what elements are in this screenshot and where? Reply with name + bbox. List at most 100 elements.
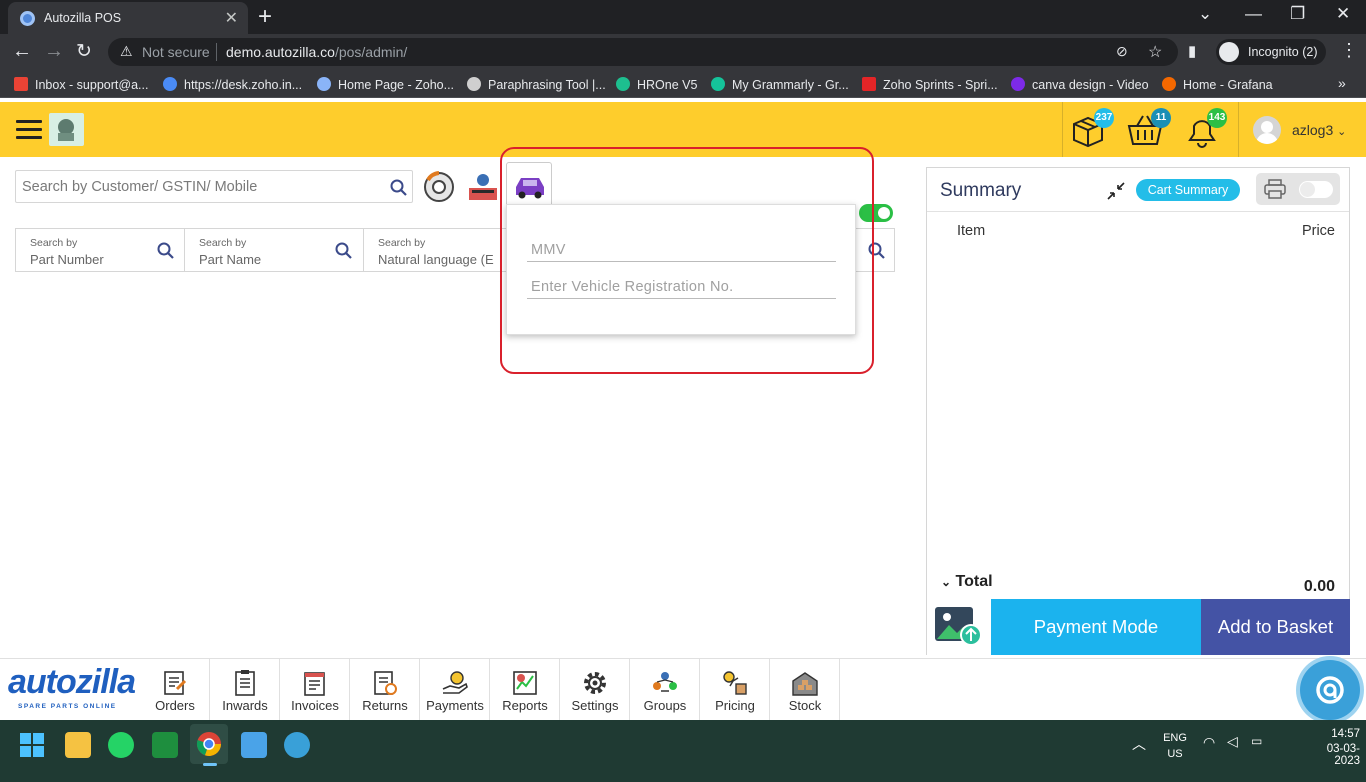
incognito-icon [1219, 42, 1239, 62]
nav-label: Pricing [715, 698, 755, 713]
nav-label: Invoices [291, 698, 339, 713]
tab-title: Autozilla POS [44, 11, 122, 25]
username-dropdown[interactable]: azlog3 ⌄ [1292, 122, 1346, 138]
nav-inwards[interactable]: Inwards [210, 659, 280, 721]
inwards-icon [235, 670, 255, 696]
column-header-price: Price [1301, 223, 1335, 239]
nav-label: Orders [155, 698, 195, 713]
bookmark-label: Home Page - Zoho... [338, 78, 455, 92]
bookmark-star-icon[interactable]: ☆ [1148, 42, 1162, 62]
bookmark-item[interactable]: Home - Grafana [1162, 77, 1273, 92]
language-indicator[interactable]: ENG US [1160, 730, 1190, 762]
bookmark-item[interactable]: Zoho Sprints - Spri... [862, 77, 998, 92]
reload-icon[interactable]: ↻ [76, 40, 92, 63]
menu-kebab-icon[interactable]: ⋮ [1340, 40, 1358, 61]
wifi-icon[interactable]: ◠ [1203, 734, 1215, 751]
printer-icon[interactable] [1264, 179, 1286, 199]
print-toggle[interactable] [1299, 181, 1333, 198]
part-number-search[interactable]: Search by Part Number [16, 229, 185, 271]
nav-settings[interactable]: Settings [560, 659, 630, 721]
battery-icon[interactable]: ▭ [1251, 734, 1262, 748]
field-value: Part Number [30, 252, 104, 267]
nav-stock[interactable]: Stock [770, 659, 840, 721]
orders-icon [164, 671, 187, 695]
collapse-icon[interactable] [1105, 180, 1127, 202]
chrome-icon[interactable] [196, 731, 222, 757]
nav-label: Returns [362, 698, 408, 713]
brake-disc-icon[interactable] [422, 170, 456, 204]
volume-icon[interactable]: ◁ [1227, 733, 1238, 750]
windows-start-icon[interactable] [20, 733, 44, 757]
autozilla-logo[interactable]: autozilla SPARE PARTS ONLINE [8, 663, 138, 713]
hamburger-menu-icon[interactable] [16, 120, 42, 140]
notepad-icon[interactable] [241, 732, 267, 758]
address-bar[interactable]: ⚠ Not secure demo.autozilla.co/pos/admin… [108, 38, 1178, 66]
browser-tab[interactable]: Autozilla POS ✕ [8, 2, 248, 34]
warning-icon: ⚠ [120, 43, 133, 59]
zoho-sprints-icon [862, 77, 876, 91]
bookmarks-overflow-icon[interactable]: » [1338, 75, 1346, 91]
search-icon[interactable] [157, 242, 175, 260]
store-logo [49, 113, 84, 146]
chevron-down-icon: ⌄ [1337, 126, 1347, 138]
part-name-search[interactable]: Search by Part Name [185, 229, 364, 271]
file-explorer-icon[interactable] [65, 732, 91, 758]
image-upload-button[interactable] [927, 599, 991, 655]
paint-icon[interactable] [284, 732, 310, 758]
side-panel-icon[interactable]: ▮ [1188, 42, 1196, 60]
url-path: /pos/admin/ [334, 44, 408, 60]
nav-reports[interactable]: Reports [490, 659, 560, 721]
back-icon[interactable]: ← [12, 40, 32, 63]
eye-slash-icon[interactable]: ⊘ [1116, 43, 1128, 60]
nav-label: Payments [426, 698, 484, 713]
bookmark-label: Home - Grafana [1183, 78, 1273, 92]
avatar[interactable] [1253, 116, 1281, 144]
browser-toolbar: ← → ↻ ⚠ Not secure demo.autozilla.co/pos… [0, 34, 1366, 70]
field-label: Search by [199, 237, 247, 249]
tab-search-chevron-icon[interactable]: ⌄ [1198, 4, 1212, 24]
search-icon[interactable] [335, 242, 353, 260]
bookmark-item[interactable]: canva design - Video [1011, 77, 1149, 92]
bookmark-item[interactable]: Home Page - Zoho... [317, 77, 454, 92]
windows-taskbar: ︿ ENG US ◠ ◁ ▭ 14:57 03-03-2023 [0, 720, 1366, 782]
forward-icon[interactable]: → [44, 40, 64, 63]
divider [1238, 102, 1239, 157]
total-toggle[interactable]: ⌄ Total [941, 573, 993, 591]
whatsapp-icon[interactable] [108, 732, 134, 758]
quill-icon [467, 77, 481, 91]
tab-close-icon[interactable]: ✕ [225, 8, 238, 28]
customer-search-input[interactable]: Search by Customer/ GSTIN/ Mobile [15, 170, 413, 203]
nav-payments[interactable]: Payments [420, 659, 490, 721]
bookmark-item[interactable]: Inbox - support@a... [14, 77, 148, 92]
nav-orders[interactable]: Orders [140, 659, 210, 721]
chat-support-button[interactable] [1300, 660, 1360, 720]
minimize-icon[interactable]: — [1245, 4, 1262, 24]
nav-label: Stock [788, 698, 822, 713]
tray-chevron-up-icon[interactable]: ︿ [1132, 734, 1146, 754]
new-tab-icon[interactable]: + [258, 3, 272, 31]
nav-pricing[interactable]: Pricing [700, 659, 770, 721]
nav-returns[interactable]: Returns [350, 659, 420, 721]
window-close-icon[interactable]: ✕ [1336, 4, 1350, 24]
bookmark-item[interactable]: HROne V5 [616, 77, 697, 92]
payment-mode-button[interactable]: Payment Mode [991, 599, 1201, 655]
bookmark-item[interactable]: My Grammarly - Gr... [711, 77, 849, 92]
mechanic-icon[interactable] [466, 170, 500, 204]
nav-groups[interactable]: Groups [630, 659, 700, 721]
bookmark-label: https://desk.zoho.in... [184, 78, 303, 92]
add-to-basket-button[interactable]: Add to Basket [1201, 599, 1350, 655]
cart-summary-button[interactable]: Cart Summary [1136, 179, 1240, 201]
incognito-indicator[interactable]: Incognito (2) [1216, 39, 1326, 65]
field-value: Natural language (E [378, 252, 494, 267]
nav-invoices[interactable]: Invoices [280, 659, 350, 721]
google-chat-icon[interactable] [152, 732, 178, 758]
restore-icon[interactable]: ❐ [1290, 4, 1305, 24]
bookmark-item[interactable]: https://desk.zoho.in... [163, 77, 302, 92]
field-label: Search by [378, 237, 426, 249]
username-label: azlog3 [1292, 122, 1334, 138]
search-icon[interactable] [390, 179, 408, 197]
bookmark-item[interactable]: Paraphrasing Tool |... [467, 77, 606, 92]
system-clock[interactable]: 14:57 03-03-2023 [1310, 728, 1360, 767]
nav-label: Reports [502, 698, 548, 713]
bottom-navigation: autozilla SPARE PARTS ONLINE Orders Inwa… [0, 658, 1366, 721]
